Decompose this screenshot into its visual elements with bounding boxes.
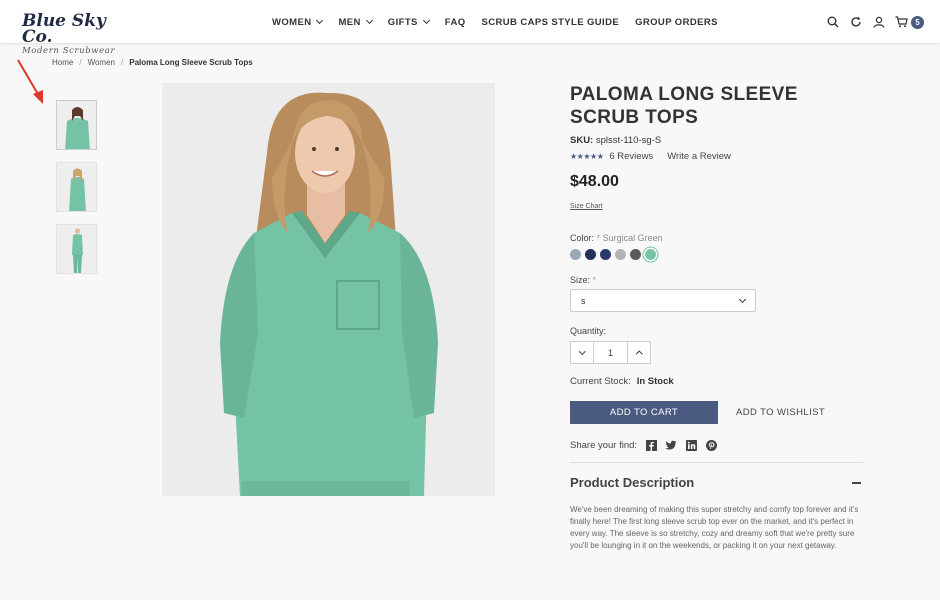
- refresh-icon[interactable]: [849, 16, 862, 29]
- thumbnail-list: [56, 100, 97, 274]
- breadcrumb-current: Paloma Long Sleeve Scrub Tops: [129, 58, 253, 67]
- quantity-input[interactable]: 1: [593, 342, 628, 363]
- chevron-down-icon: [738, 295, 747, 303]
- sku: SKU: splsst-110-sg-S: [570, 135, 865, 146]
- size-label: Size: *: [570, 275, 865, 285]
- collapse-minus-icon: [852, 481, 861, 484]
- nav-label: FAQ: [444, 16, 466, 28]
- chevron-down-icon: [365, 16, 373, 25]
- logo-tagline: Modern Scrubwear: [22, 46, 116, 56]
- nav-item-men[interactable]: MEN: [338, 16, 373, 28]
- swatch-navy[interactable]: [585, 249, 596, 260]
- swatch-charcoal[interactable]: [630, 249, 641, 260]
- breadcrumb: Home / Women / Paloma Long Sleeve Scrub …: [52, 58, 253, 67]
- nav-label: SCRUB CAPS STYLE GUIDE: [481, 16, 620, 28]
- description-title: Product Description: [570, 475, 695, 490]
- swatch-surgical-green[interactable]: [645, 249, 656, 260]
- stock-status: Current Stock: In Stock: [570, 376, 865, 387]
- share-row: Share your find:: [570, 439, 865, 451]
- size-chart-link[interactable]: Size Chart: [570, 203, 865, 210]
- facebook-icon[interactable]: [645, 439, 657, 451]
- cart-button[interactable]: 5: [895, 15, 924, 29]
- purchase-actions: ADD TO CART ADD TO WISHLIST: [570, 401, 865, 424]
- quantity-stepper: 1: [570, 341, 651, 364]
- reviews-link[interactable]: 6 Reviews: [609, 151, 653, 162]
- color-value: Surgical Green: [602, 233, 663, 243]
- nav-item-women[interactable]: WOMEN: [272, 16, 324, 28]
- thumbnail-2[interactable]: [56, 162, 97, 212]
- thumbnail-image: [57, 101, 96, 149]
- swatch-royal-navy[interactable]: [600, 249, 611, 260]
- star-rating-icon: ★★★★★: [570, 152, 604, 161]
- thumbnail-image: [57, 225, 96, 273]
- nav-item-group-orders[interactable]: GROUP ORDERS: [635, 17, 718, 28]
- add-to-wishlist-button[interactable]: ADD TO WISHLIST: [736, 407, 825, 418]
- linkedin-icon[interactable]: [685, 439, 697, 451]
- logo-main: Blue Sky Co.: [22, 11, 106, 47]
- nav-item-faq[interactable]: FAQ: [445, 17, 466, 28]
- swatch-gray[interactable]: [615, 249, 626, 260]
- quantity-label: Quantity:: [570, 326, 607, 336]
- description-toggle[interactable]: Product Description: [570, 475, 863, 490]
- thumbnail-image: [57, 163, 96, 211]
- required-mark: *: [596, 233, 601, 243]
- cart-icon: [895, 16, 908, 29]
- product-title: PALOMA LONG SLEEVE SCRUB TOPS: [570, 84, 798, 128]
- nav-item-gifts[interactable]: GIFTS: [387, 16, 430, 28]
- size-select-value: s: [581, 295, 586, 306]
- breadcrumb-separator: /: [79, 58, 82, 67]
- chevron-down-icon: [316, 16, 324, 25]
- share-label: Share your find:: [570, 439, 638, 451]
- chevron-down-icon: [422, 16, 430, 25]
- stock-value: In Stock: [636, 376, 674, 387]
- product-price: $48.00: [570, 173, 619, 190]
- search-icon[interactable]: [826, 16, 839, 29]
- thumbnail-3[interactable]: [56, 224, 97, 274]
- quantity-decrease-button[interactable]: [571, 342, 593, 363]
- size-label-text: Size:: [570, 275, 591, 285]
- product-description: We've been dreaming of making this super…: [570, 505, 859, 550]
- color-label-text: Color:: [570, 233, 595, 243]
- thumbnail-1[interactable]: [56, 100, 97, 150]
- size-select[interactable]: s: [570, 289, 756, 312]
- divider: [570, 462, 863, 463]
- chevron-up-icon: [635, 350, 643, 358]
- swatch-ceil-blue[interactable]: [570, 249, 581, 260]
- color-swatches: [570, 249, 865, 260]
- main-nav: WOMEN MEN GIFTS FAQ SCRUB CAPS STYLE GUI…: [272, 0, 718, 44]
- required-mark: *: [592, 275, 597, 285]
- write-review-link[interactable]: Write a Review: [667, 151, 731, 162]
- product-photo: [162, 83, 495, 496]
- breadcrumb-home[interactable]: Home: [52, 58, 73, 67]
- color-label: Color: * Surgical Green: [570, 233, 865, 243]
- breadcrumb-separator: /: [121, 58, 124, 67]
- add-to-cart-button[interactable]: ADD TO CART: [570, 401, 718, 424]
- sku-label: SKU:: [570, 135, 594, 146]
- product-main-image[interactable]: [162, 83, 495, 496]
- chevron-down-icon: [578, 347, 586, 355]
- nav-item-scrub-caps-style-guide[interactable]: SCRUB CAPS STYLE GUIDE: [482, 17, 620, 28]
- nav-label: GIFTS: [387, 16, 418, 28]
- breadcrumb-women[interactable]: Women: [88, 58, 115, 67]
- sku-value: splsst-110-sg-S: [595, 135, 662, 146]
- nav-label: MEN: [338, 16, 361, 28]
- logo[interactable]: Blue Sky Co. Modern Scrubwear: [22, 11, 122, 57]
- twitter-icon[interactable]: [665, 439, 677, 451]
- nav-label: GROUP ORDERS: [635, 16, 718, 28]
- red-arrow-annotation: [17, 59, 43, 104]
- nav-label: WOMEN: [272, 16, 312, 28]
- product-info: PALOMA LONG SLEEVE SCRUB TOPS SKU: splss…: [570, 83, 865, 552]
- quantity-increase-button[interactable]: [628, 342, 650, 363]
- cart-count-badge: 5: [911, 15, 924, 29]
- stock-label: Current Stock:: [570, 376, 631, 387]
- pinterest-icon[interactable]: [705, 439, 717, 451]
- rating-row: ★★★★★ 6 Reviews Write a Review: [570, 151, 865, 162]
- account-icon[interactable]: [872, 16, 885, 29]
- site-header: Blue Sky Co. Modern Scrubwear WOMEN MEN …: [0, 0, 940, 56]
- header-icons: 5: [826, 0, 924, 44]
